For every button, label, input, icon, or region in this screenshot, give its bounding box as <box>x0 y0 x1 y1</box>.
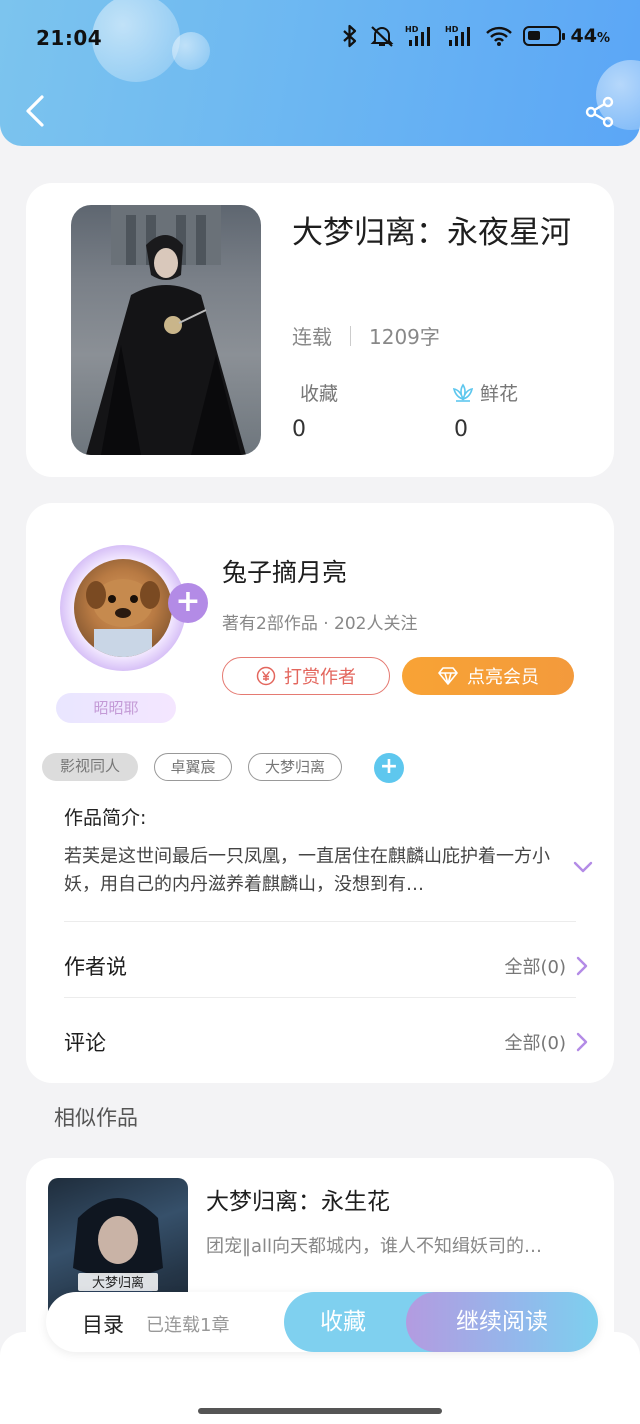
yen-coin-icon <box>256 666 276 686</box>
similar-book-desc: 团宠‖all向天都城内，谁人不知缉妖司的… <box>206 1236 543 1257</box>
share-button[interactable] <box>584 96 616 128</box>
svg-text:HD: HD <box>405 25 419 34</box>
chevron-left-icon <box>26 95 44 127</box>
flowers-stat[interactable]: 鲜花 <box>452 379 518 406</box>
author-name[interactable]: 兔子摘月亮 <box>222 553 347 589</box>
favorites-count: 0 <box>292 417 306 442</box>
vip-button[interactable]: 点亮会员 <box>402 657 574 695</box>
chapter-count: 已连载1章 <box>146 1315 230 1336</box>
tip-author-button[interactable]: 打赏作者 <box>222 657 390 695</box>
status-bar: 21:04 HD HD 44% <box>0 0 640 78</box>
author-avatar[interactable]: + <box>52 537 208 677</box>
home-indicator[interactable] <box>198 1408 442 1414</box>
chevron-right-icon <box>576 956 588 976</box>
lotus-icon <box>452 383 474 402</box>
mute-icon <box>370 26 393 47</box>
favorites-label-wrap: 收藏 <box>300 379 338 406</box>
wifi-icon <box>485 26 512 46</box>
tip-author-label: 打赏作者 <box>284 667 356 688</box>
flowers-count: 0 <box>454 417 468 442</box>
author-says-count: 全部(0) <box>504 957 567 978</box>
toc-button[interactable]: 目录 <box>82 1309 124 1339</box>
author-says-label[interactable]: 作者说 <box>64 951 127 981</box>
hd-signal-icon: HD <box>445 25 470 46</box>
book-cover[interactable] <box>71 205 261 455</box>
battery-percent: 44% <box>570 25 610 47</box>
tag-2[interactable]: 大梦归离 <box>248 753 342 781</box>
book-title: 大梦归离：永夜星河 <box>292 215 571 251</box>
continue-reading-label: 继续阅读 <box>456 1309 548 1335</box>
author-meta: 著有2部作品 · 202人关注 <box>222 614 418 634</box>
intro-text[interactable]: 若芙是这世间最后一只凤凰，一直居住在麒麟山庇护着一方小妖，用自己的内丹滋养着麒麟… <box>64 843 564 899</box>
comments-link[interactable]: 全部(0) <box>505 1029 589 1055</box>
author-badge: 昭昭耶 <box>56 693 176 723</box>
author-card: + 昭昭耶 兔子摘月亮 著有2部作品 · 202人关注 打赏作者 点亮会员 影视… <box>26 503 614 1083</box>
chevron-down-icon <box>573 861 593 873</box>
comments-label[interactable]: 评论 <box>64 1027 106 1057</box>
battery-icon <box>522 26 565 46</box>
collect-label: 收藏 <box>320 1309 366 1335</box>
tag-0[interactable]: 影视同人 <box>42 753 138 781</box>
continue-reading-button[interactable]: 继续阅读 <box>406 1292 598 1352</box>
vip-label: 点亮会员 <box>467 667 539 688</box>
add-tag-button[interactable]: + <box>374 753 404 783</box>
divider <box>64 921 576 922</box>
tag-1[interactable]: 卓翼宸 <box>154 753 232 781</box>
serial-status: 连载 <box>292 325 332 349</box>
similar-book-title[interactable]: 大梦归离：永生花 <box>206 1182 390 1216</box>
top-header: 21:04 HD HD 44% <box>0 0 640 146</box>
hd-signal-icon: HD <box>405 25 430 46</box>
avatar <box>74 559 172 657</box>
word-count: 1209字 <box>369 325 440 349</box>
expand-intro-button[interactable] <box>572 859 594 875</box>
diamond-icon <box>438 667 458 685</box>
similar-cover-text: 大梦归离 <box>92 1275 144 1291</box>
status-icons: HD HD 44% <box>341 24 610 48</box>
back-button[interactable] <box>22 94 52 128</box>
flowers-label: 鲜花 <box>480 383 519 405</box>
author-says-link[interactable]: 全部(0) <box>505 953 589 979</box>
status-time: 21:04 <box>36 26 103 50</box>
divider <box>64 997 576 998</box>
favorites-label: 收藏 <box>300 383 339 405</box>
bluetooth-icon <box>342 24 356 48</box>
chevron-right-icon <box>576 1032 588 1052</box>
divider <box>350 325 351 346</box>
book-status-row: 连载 1209字 <box>292 321 440 350</box>
bottom-action-bar: 目录 已连载1章 收藏 继续阅读 <box>46 1292 598 1352</box>
dog-avatar-illustration <box>86 579 160 657</box>
share-icon <box>585 96 614 128</box>
similar-section-title: 相似作品 <box>54 1106 138 1130</box>
cover-illustration <box>86 205 246 455</box>
comments-count: 全部(0) <box>504 1033 567 1054</box>
intro-title: 作品简介: <box>64 807 147 829</box>
svg-text:HD: HD <box>445 25 459 34</box>
book-info-card: 大梦归离：永夜星河 连载 1209字 收藏 0 鲜花 0 <box>26 183 614 477</box>
follow-author-button[interactable]: + <box>168 583 208 623</box>
